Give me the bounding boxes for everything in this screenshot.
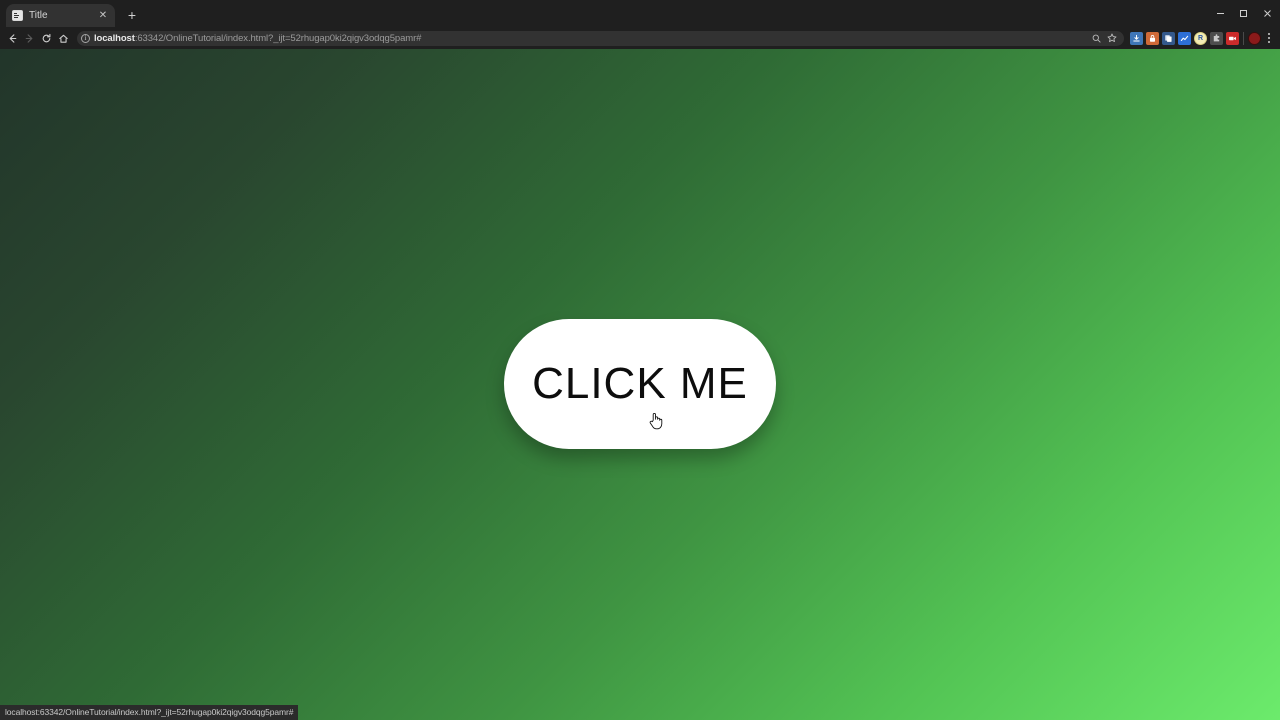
extension-video-icon[interactable] <box>1226 31 1239 45</box>
click-me-button[interactable]: CLICK ME <box>504 319 776 449</box>
tab-close-icon[interactable]: ✕ <box>97 10 109 22</box>
extension-downloads-icon[interactable] <box>1130 31 1143 45</box>
tab-strip: Title ✕ + <box>0 0 1280 27</box>
extension-chart-icon[interactable] <box>1178 31 1191 45</box>
page-content: CLICK ME <box>0 49 1280 720</box>
minimize-button[interactable] <box>1209 0 1232 27</box>
status-bar-link-preview: localhost:63342/OnlineTutorial/index.htm… <box>0 705 299 720</box>
extensions-strip: R <box>1127 31 1239 45</box>
back-icon[interactable] <box>4 30 21 47</box>
profile-avatar[interactable] <box>1248 31 1261 45</box>
home-icon[interactable] <box>55 30 72 47</box>
window-controls <box>1209 0 1280 27</box>
browser-toolbar: i localhost:63342/OnlineTutorial/index.h… <box>0 27 1280 49</box>
close-window-button[interactable] <box>1255 0 1280 27</box>
omnibox-actions <box>1090 32 1118 45</box>
url-path: :63342/OnlineTutorial/index.html?_ijt=52… <box>134 32 422 44</box>
new-tab-button[interactable]: + <box>121 4 143 26</box>
forward-icon[interactable] <box>21 30 38 47</box>
browser-menu-button[interactable] <box>1261 31 1276 46</box>
extension-password-icon[interactable] <box>1146 31 1159 45</box>
bookmark-star-icon[interactable] <box>1105 32 1118 45</box>
reload-icon[interactable] <box>38 30 55 47</box>
maximize-button[interactable] <box>1232 0 1255 27</box>
address-bar[interactable]: i localhost:63342/OnlineTutorial/index.h… <box>77 30 1124 46</box>
url-host: localhost <box>94 32 135 44</box>
tab-label: Title <box>29 10 48 21</box>
tab-title[interactable]: Title ✕ <box>6 4 115 27</box>
browser-window: Title ✕ + i localhost:63342/OnlineTutori… <box>0 0 1280 720</box>
extension-clipboard-icon[interactable] <box>1162 31 1175 45</box>
site-info-icon[interactable]: i <box>81 33 90 43</box>
zoom-icon[interactable] <box>1090 32 1103 45</box>
extension-r-icon[interactable]: R <box>1194 31 1207 45</box>
toolbar-divider <box>1243 31 1244 45</box>
page-viewport: CLICK ME localhost:63342/OnlineTutorial/… <box>0 49 1280 720</box>
address-bar-url: localhost:63342/OnlineTutorial/index.htm… <box>94 33 1086 44</box>
page-favicon <box>12 10 23 21</box>
extension-puzzle-icon[interactable] <box>1210 31 1223 45</box>
